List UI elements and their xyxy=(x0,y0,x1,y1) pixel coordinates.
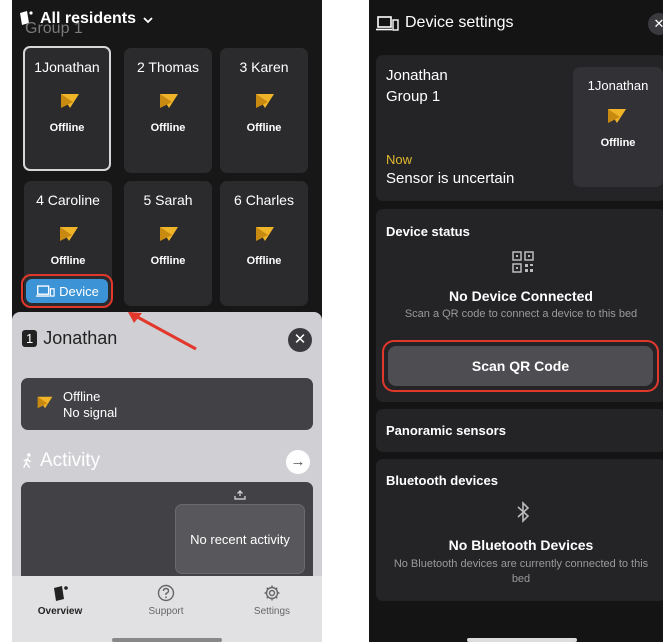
device-status-title: Device status xyxy=(386,224,470,239)
scan-button-highlight: Scan QR Code xyxy=(382,340,659,392)
resident-tile-3[interactable]: 3 Karen Offline xyxy=(220,48,308,173)
tile-status: Offline xyxy=(49,122,85,134)
annotation-arrow xyxy=(128,311,197,351)
tile-status: Offline xyxy=(600,137,636,149)
offline-sensor-icon xyxy=(608,109,626,123)
bluetooth-title: Bluetooth devices xyxy=(386,473,498,488)
residents-dropdown[interactable]: All residents xyxy=(40,10,136,28)
resident-tile-2[interactable]: 2 Thomas Offline xyxy=(124,48,212,173)
bluetooth-icon xyxy=(517,501,530,523)
status-card: Offline No signal xyxy=(21,378,313,430)
bluetooth-card: Bluetooth devices No Bluetooth Devices N… xyxy=(376,459,663,601)
device-settings-header: Device settings ✕ xyxy=(369,0,663,48)
tab-label: Overview xyxy=(37,606,83,617)
resident-number: 1 xyxy=(22,330,38,347)
page-title: Device settings xyxy=(405,14,514,31)
no-bluetooth-label: No Bluetooth Devices xyxy=(448,537,594,553)
bluetooth-hint: No Bluetooth devices are currently conne… xyxy=(393,558,649,585)
chevron-down-icon[interactable] xyxy=(142,14,154,26)
activity-title: Activity xyxy=(40,450,101,471)
tab-label: Settings xyxy=(253,606,291,617)
tile-name: 3 Karen xyxy=(239,59,289,75)
status-time: Now xyxy=(386,152,413,167)
activity-card: No recent activity xyxy=(21,482,313,587)
device-hint: Scan a QR code to connect a device to th… xyxy=(404,308,638,320)
status-line-2: No signal xyxy=(63,405,118,420)
tile-status: Offline xyxy=(150,122,186,134)
tile-name: 4 Caroline xyxy=(36,192,100,208)
scan-qr-button[interactable]: Scan QR Code xyxy=(388,346,653,386)
no-recent-activity: No recent activity xyxy=(175,504,305,574)
offline-sensor-icon xyxy=(160,227,178,241)
device-button-label: Device xyxy=(59,283,99,299)
tile-status: Offline xyxy=(50,255,86,267)
panoramic-title: Panoramic sensors xyxy=(386,423,506,438)
device-icon xyxy=(36,284,55,297)
activity-header[interactable]: Activity xyxy=(22,450,100,472)
offline-sensor-icon xyxy=(256,227,274,241)
offline-sensor-icon xyxy=(160,94,178,108)
sensor-status: Sensor is uncertain xyxy=(386,170,515,187)
resident-tile-1[interactable]: 1Jonathan Offline xyxy=(23,46,111,171)
device-button-highlight: Device xyxy=(21,274,113,308)
offline-sensor-icon xyxy=(61,94,79,108)
tile-name: 1Jonathan xyxy=(34,59,100,75)
panoramic-sensors-row[interactable]: Panoramic sensors xyxy=(376,409,663,452)
resident-tile: 1Jonathan Offline xyxy=(573,67,663,187)
tile-name: 5 Sarah xyxy=(143,192,193,208)
home-indicator xyxy=(467,638,577,642)
overview-screen: Group 1 All residents 1Jonathan Offline … xyxy=(12,0,322,642)
offline-sensor-icon xyxy=(37,396,53,409)
qr-code-icon xyxy=(512,251,534,273)
resident-info-card: Jonathan Group 1 Now Sensor is uncertain… xyxy=(376,55,663,201)
tile-name: 1Jonathan xyxy=(587,78,649,93)
no-device-label: No Device Connected xyxy=(449,288,593,304)
tab-settings[interactable]: Settings xyxy=(232,584,312,617)
resident-tile-6[interactable]: 6 Charles Offline xyxy=(220,181,308,306)
close-button[interactable]: ✕ xyxy=(648,13,663,35)
device-button[interactable]: Device xyxy=(26,279,108,303)
tile-name: 2 Thomas xyxy=(136,59,199,75)
overview-icon xyxy=(54,586,68,601)
gear-icon xyxy=(264,585,280,601)
walking-icon xyxy=(23,453,31,469)
resident-name: Jonathan xyxy=(386,67,448,84)
activity-arrow-button[interactable]: → xyxy=(286,450,310,474)
upload-icon xyxy=(234,490,246,500)
tab-bar: Overview Support Settings xyxy=(12,576,322,642)
device-icon xyxy=(376,16,399,31)
device-settings-screen: Device settings ✕ Jonathan Group 1 Now S… xyxy=(369,0,663,642)
tab-overview[interactable]: Overview xyxy=(20,584,100,617)
status-line-1: Offline xyxy=(63,389,101,404)
top-bar: Group 1 All residents xyxy=(12,0,322,44)
tile-status: Offline xyxy=(150,255,186,267)
resident-name: Jonathan xyxy=(43,328,118,348)
tile-status: Offline xyxy=(246,122,282,134)
resident-group: Group 1 xyxy=(386,88,441,105)
home-indicator xyxy=(112,638,222,642)
support-icon xyxy=(157,584,175,602)
tile-status: Offline xyxy=(246,255,282,267)
close-sheet-button[interactable]: ✕ xyxy=(288,328,312,352)
tile-name: 6 Charles xyxy=(234,192,294,208)
offline-sensor-icon xyxy=(60,227,78,241)
tab-support[interactable]: Support xyxy=(126,584,206,617)
offline-sensor-icon xyxy=(256,94,274,108)
sheet-title: 1 Jonathan xyxy=(22,328,117,349)
tab-label: Support xyxy=(148,606,184,617)
resident-tile-5[interactable]: 5 Sarah Offline xyxy=(124,181,212,306)
device-status-card: Device status No Device Connected Scan a… xyxy=(376,209,663,402)
